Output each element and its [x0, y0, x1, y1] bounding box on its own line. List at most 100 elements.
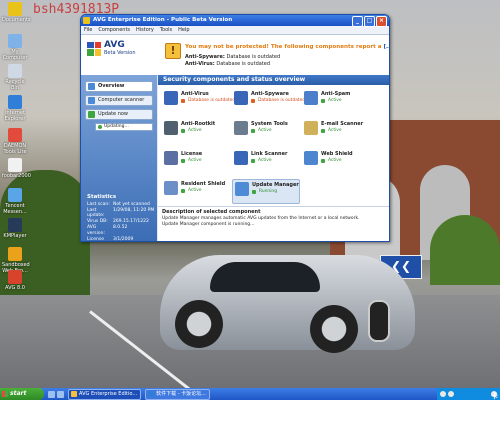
- warning-link[interactable]: [...]: [383, 44, 389, 50]
- avg-window: AVG Enterprise Edition - Public Beta Ver…: [80, 14, 390, 242]
- warning-title: You may not be protected! The following …: [185, 44, 389, 50]
- component-resident-shield[interactable]: Resident Shield Active: [162, 179, 228, 202]
- taskbar: start AVG Enterprise Editio... 软件下载 - 卡饭…: [0, 388, 500, 430]
- check-icon: [251, 129, 255, 133]
- window-titlebar[interactable]: AVG Enterprise Edition - Public Beta Ver…: [81, 15, 389, 27]
- components-grid: Anti-Virus Database is outdated Anti-Spywa…: [158, 85, 389, 205]
- quick-launch-icon[interactable]: [57, 390, 64, 398]
- maximize-button[interactable]: □: [364, 16, 375, 27]
- nav-update-now[interactable]: Update now: [85, 109, 153, 120]
- component-e-mail-scanner[interactable]: E-mail Scanner Active: [302, 119, 368, 142]
- taskbar-item-avg[interactable]: AVG Enterprise Editio...: [68, 388, 142, 400]
- desktop-icon[interactable]: DAEMON Tools Lite: [2, 128, 28, 155]
- component-anti-spam[interactable]: Anti-Spam Active: [302, 89, 368, 112]
- component-license[interactable]: License Active: [162, 149, 228, 172]
- tray-icon[interactable]: [440, 391, 446, 397]
- desktop-icon-label: Tencent Messen...: [3, 203, 27, 215]
- statistics-value: 8.0.52: [113, 224, 128, 230]
- desktop-icon-label: KMPlayer: [3, 233, 27, 239]
- nav-computer-scanner[interactable]: Computer scanner: [85, 95, 153, 106]
- statistics-value: 1/29/08, 11:20 PM: [113, 207, 155, 213]
- windows-logo-icon: [2, 391, 8, 397]
- warning-icon: !: [165, 43, 181, 59]
- component-name: Resident Shield: [181, 181, 226, 187]
- component-system-tools[interactable]: System Tools Active: [232, 119, 298, 142]
- desktop-app-icon: [8, 2, 22, 16]
- close-button[interactable]: ×: [376, 16, 387, 27]
- desktop-icon[interactable]: My Computer: [2, 34, 28, 61]
- tray-icon[interactable]: [448, 391, 454, 397]
- component-status: Active: [181, 128, 234, 133]
- desktop-icon[interactable]: KMPlayer: [2, 218, 28, 239]
- anti-rootkit-icon: [164, 121, 178, 135]
- warning-text: You may not be protected! The following …: [185, 44, 382, 50]
- taskbar-item-browser[interactable]: 软件下载 - 卡饭论坛...: [145, 388, 210, 400]
- component-status-text: Active: [188, 158, 202, 163]
- statistics-row: Last update: 1/29/08, 11:20 PM: [87, 208, 154, 220]
- check-icon: [321, 129, 325, 133]
- warning-row-value: Database is outdated: [216, 61, 271, 67]
- quick-launch-icon[interactable]: [48, 390, 55, 398]
- statistics-key: Last update:: [87, 207, 105, 219]
- start-label: start: [10, 390, 27, 397]
- nav-overview[interactable]: Overview: [85, 81, 153, 92]
- component-name: Anti-Rootkit: [181, 121, 216, 127]
- license-icon: [164, 151, 178, 165]
- statistics-title: Statistics: [87, 194, 117, 200]
- desktop-app-icon: [8, 188, 22, 202]
- component-link-scanner[interactable]: Link Scanner Active: [232, 149, 298, 172]
- desktop-app-icon: [8, 158, 22, 172]
- minimize-button[interactable]: _: [352, 16, 363, 27]
- warning-row: Anti-Virus: Database is outdated: [185, 61, 270, 67]
- desktop-icon[interactable]: Internet Explorer: [2, 95, 28, 122]
- component-status-text: Active: [188, 128, 202, 133]
- overview-icon: [88, 83, 95, 90]
- component-status-text: Active: [188, 188, 202, 193]
- desktop-icon[interactable]: Tencent Messen...: [2, 188, 28, 215]
- component-status: Active: [181, 158, 234, 163]
- desktop-icon[interactable]: Recycle Bin: [2, 64, 28, 91]
- task-label: AVG Enterprise Editio...: [79, 390, 138, 397]
- component-status: Active: [181, 188, 234, 193]
- menu-file[interactable]: File: [84, 26, 92, 34]
- component-name: Update Manager: [252, 182, 299, 188]
- car-wheel: [310, 305, 358, 353]
- menu-history[interactable]: History: [136, 26, 154, 34]
- tree-background: [430, 215, 500, 285]
- updating-label: Updating...: [104, 124, 129, 129]
- component-anti-rootkit[interactable]: Anti-Rootkit Active: [162, 119, 228, 142]
- status-header: AVG Beta Version ! You may not be protec…: [81, 35, 389, 76]
- desktop-icon[interactable]: foobar2000: [2, 158, 31, 179]
- menu-tools[interactable]: Tools: [160, 26, 172, 34]
- component-anti-spyware[interactable]: Anti-Spyware Database is outdated: [232, 89, 305, 112]
- component-update-manager[interactable]: Update Manager Running: [232, 179, 300, 204]
- menu-components[interactable]: Components: [98, 26, 130, 34]
- statistics-row: License expires: 3/1/2009: [87, 237, 154, 241]
- desktop-icon[interactable]: Documents: [2, 2, 31, 23]
- desktop-icon-label: Internet Explorer: [4, 110, 26, 122]
- menu-help[interactable]: Help: [178, 26, 189, 34]
- car-grille: [368, 300, 390, 342]
- check-icon: [252, 190, 256, 194]
- desktop-app-icon: [8, 218, 22, 232]
- component-status-text: Active: [328, 98, 342, 103]
- check-icon: [181, 129, 185, 133]
- anti-virus-icon: [164, 91, 178, 105]
- logo-name: AVG: [104, 40, 125, 50]
- car-wheel: [175, 300, 223, 348]
- check-icon: [251, 159, 255, 163]
- menu-bar: File Components History Tools Help: [81, 26, 389, 35]
- component-status-text: Active: [258, 128, 272, 133]
- component-status: Active: [251, 128, 304, 133]
- component-status: Running: [252, 189, 305, 194]
- component-name: System Tools: [251, 121, 288, 127]
- warning-row-label: Anti-Virus:: [185, 61, 215, 67]
- description-title: Description of selected component: [162, 209, 261, 215]
- check-icon: [181, 159, 185, 163]
- start-button[interactable]: start: [0, 388, 44, 400]
- desktop-icon-label: Documents: [2, 17, 31, 23]
- desktop-icon[interactable]: AVG 8.0: [2, 270, 28, 291]
- component-web-shield[interactable]: Web Shield Active: [302, 149, 368, 172]
- component-anti-virus[interactable]: Anti-Virus Database is outdated: [162, 89, 235, 112]
- component-status-text: Database is outdated: [258, 98, 306, 103]
